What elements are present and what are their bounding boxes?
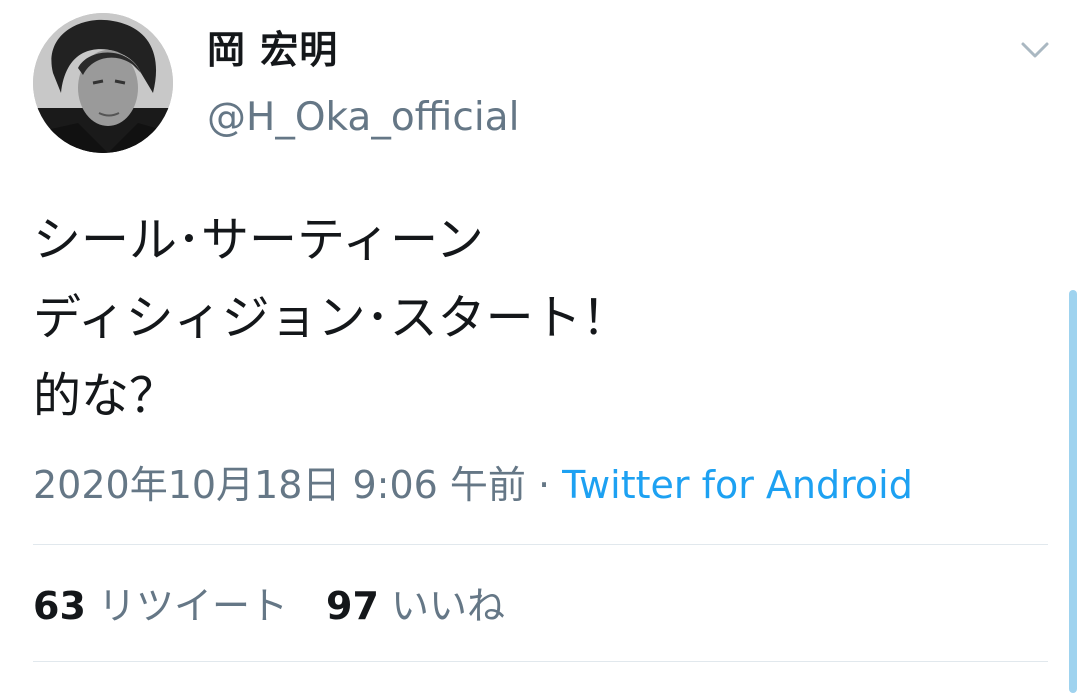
tweet-text: シール･サーティーン ディシィジョン･スタート！ 的な？ (33, 201, 1033, 435)
author-handle[interactable]: @H_Oka_official (207, 90, 519, 146)
divider (33, 544, 1048, 545)
retweets-label: リツイート (97, 584, 288, 628)
avatar[interactable] (33, 13, 173, 153)
tweet-text-line: ディシィジョン･スタート！ (33, 290, 630, 346)
chevron-down-icon (1021, 42, 1049, 58)
tweet-stats: 63 リツイート 97 いいね (33, 578, 505, 634)
scrollbar[interactable] (1069, 290, 1077, 693)
tweet-detail: 岡 宏明 @H_Oka_official シール･サーティーン ディシィジョン･… (0, 0, 1080, 693)
avatar-photo (33, 13, 173, 153)
tweet-text-line: シール･サーティーン (33, 212, 484, 268)
tweet-menu-button[interactable] (1015, 35, 1055, 65)
likes-label: いいね (390, 584, 505, 628)
likes-count: 97 (326, 584, 379, 628)
tweet-metadata: 2020年10月18日 9:06 午前 · Twitter for Androi… (33, 457, 913, 513)
retweets-stat[interactable]: 63 リツイート (33, 584, 288, 628)
tweet-timestamp[interactable]: 2020年10月18日 9:06 午前 (33, 463, 526, 507)
divider (33, 661, 1048, 662)
tweet-source-link[interactable]: Twitter for Android (562, 463, 913, 507)
tweet-text-line: 的な？ (33, 368, 178, 424)
author-display-name[interactable]: 岡 宏明 (207, 22, 338, 78)
retweets-count: 63 (33, 584, 86, 628)
likes-stat[interactable]: 97 いいね (326, 584, 505, 628)
meta-separator: · (525, 463, 563, 507)
